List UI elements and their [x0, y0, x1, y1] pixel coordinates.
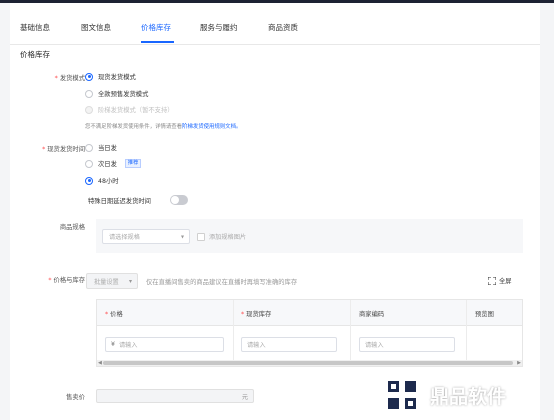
- batch-hint: 仅在直播间售卖的商品建议在直播时再填写准确的库存: [146, 279, 298, 286]
- column-divider: [233, 300, 234, 366]
- radio-next-day[interactable]: 次日发 推荐: [85, 159, 142, 168]
- tab-service-fulfillment[interactable]: 服务与履约: [200, 22, 238, 33]
- radio-dot: [85, 159, 93, 168]
- sale-price-field: 元: [96, 389, 254, 403]
- price-stock-label-text: 价格与库存: [53, 277, 85, 284]
- col-stock-label: 现货库存: [246, 311, 272, 318]
- batch-set-button[interactable]: 批量设置 ▾: [86, 273, 138, 289]
- spec-select[interactable]: 请选择规格 ▾: [102, 229, 190, 244]
- product-edit-panel: 基础信息 图文信息 价格库存 服务与履约 商品资质 价格库存 * 发货模式 现货发…: [10, 3, 540, 420]
- fullscreen-label: 全屏: [499, 278, 512, 285]
- radio-dot-checked: [85, 176, 93, 185]
- ship-time-label-text: 现货发货时间: [47, 146, 85, 153]
- radio-label: 次日发: [98, 161, 117, 168]
- radio-presale-mode[interactable]: 全款预售发货模式: [85, 89, 148, 98]
- radio-label: 48小时: [98, 178, 119, 185]
- sale-price-unit: 元: [241, 394, 248, 401]
- tab-basic-info[interactable]: 基础信息: [20, 22, 50, 33]
- required-mark: *: [54, 75, 58, 82]
- tab-graphic-info[interactable]: 图文信息: [81, 22, 111, 33]
- batch-set-label: 批量设置: [94, 278, 119, 286]
- col-price: * 价格: [105, 309, 123, 318]
- checkbox-box: [197, 232, 205, 241]
- column-divider: [350, 300, 351, 366]
- col-price-label: 价格: [110, 311, 123, 318]
- radio-label: 全款预售发货模式: [98, 91, 149, 98]
- spec-select-placeholder: 请选择规格: [109, 234, 140, 241]
- delay-ship-label: 特殊日期延迟发货时间: [88, 198, 151, 205]
- tab-qualification[interactable]: 商品资质: [268, 22, 298, 33]
- col-merchant-code: 商家编码: [359, 311, 385, 318]
- recommend-badge: 推荐: [124, 159, 142, 168]
- merchant-code-input[interactable]: 请输入: [359, 337, 455, 352]
- radio-label: 现货发货模式: [98, 74, 136, 81]
- scroll-left-icon[interactable]: ◀: [98, 360, 102, 366]
- scroll-right-icon[interactable]: ▶: [517, 360, 521, 366]
- ship-time-label: * 现货发货时间: [10, 144, 85, 153]
- section-title: 价格库存: [20, 50, 50, 59]
- col-preview: 预览图: [475, 311, 494, 318]
- shipping-mode-label-text: 发货模式: [59, 75, 85, 82]
- radio-dot-disabled: [85, 105, 93, 114]
- tiered-rules-link[interactable]: 阶梯发货使用规则文档。: [182, 124, 241, 130]
- radio-same-day[interactable]: 当日发: [85, 143, 117, 152]
- required-mark: *: [42, 146, 46, 153]
- spec-area: 请选择规格 ▾ 添加规格图片: [96, 219, 523, 253]
- shipping-mode-label: * 发货模式: [10, 73, 85, 82]
- price-placeholder: 请输入: [118, 342, 138, 349]
- column-divider: [466, 300, 467, 366]
- watermark: 鼎品软件: [380, 370, 554, 420]
- radio-dot-checked: [85, 72, 93, 81]
- stock-placeholder: 请输入: [247, 342, 266, 349]
- horizontal-scrollbar[interactable]: ◀ ▶: [97, 360, 522, 366]
- radio-spot-mode[interactable]: 现货发货模式: [85, 72, 136, 81]
- add-spec-image-checkbox[interactable]: 添加规格图片: [197, 232, 246, 241]
- sku-table: * 价格 * 现货库存 商家编码 预览图 ¥ 请输入 请输入 请输入 ◀ ▶: [96, 299, 523, 367]
- chevron-down-icon: ▾: [128, 277, 132, 285]
- delay-ship-toggle[interactable]: [170, 195, 188, 205]
- code-placeholder: 请输入: [365, 342, 384, 349]
- price-input[interactable]: ¥ 请输入: [105, 337, 224, 352]
- radio-tiered-mode: 阶梯发货模式（暂不支持）: [85, 105, 174, 114]
- tab-price-stock[interactable]: 价格库存: [141, 22, 171, 33]
- radio-48-hours[interactable]: 48小时: [85, 176, 119, 185]
- required-mark: *: [48, 277, 52, 284]
- radio-dot: [85, 89, 93, 98]
- chevron-down-icon: ▾: [180, 233, 184, 240]
- scrollbar-thumb[interactable]: [103, 361, 513, 365]
- expand-icon: [488, 276, 496, 285]
- currency-prefix: ¥: [111, 341, 115, 348]
- required-mark: *: [105, 311, 109, 318]
- tab-bar: 基础信息 图文信息 价格库存 服务与履约 商品资质: [10, 3, 540, 45]
- table-header: * 价格 * 现货库存 商家编码 预览图: [97, 300, 522, 326]
- tiered-hint: 您不满足阶梯发货使用条件，详情请查看阶梯发货使用规则文档。: [85, 122, 241, 130]
- price-stock-label: * 价格与库存: [10, 275, 85, 284]
- brand-logo-icon: [382, 375, 422, 415]
- spec-label: 商品规格: [59, 224, 85, 231]
- checkbox-label: 添加规格图片: [209, 234, 247, 241]
- hint-text: 您不满足阶梯发货使用条件，详情请查看: [85, 124, 183, 130]
- col-stock: * 现货库存: [241, 309, 271, 318]
- radio-dot: [85, 143, 93, 152]
- sale-price-label: 售卖价: [66, 394, 85, 401]
- radio-label: 阶梯发货模式（暂不支持）: [98, 107, 174, 114]
- radio-label: 当日发: [98, 145, 117, 152]
- active-tab-indicator: [141, 41, 174, 43]
- watermark-text: 鼎品软件: [430, 385, 507, 408]
- stock-input[interactable]: 请输入: [241, 337, 337, 352]
- fullscreen-button[interactable]: 全屏: [488, 276, 512, 285]
- required-mark: *: [241, 311, 245, 318]
